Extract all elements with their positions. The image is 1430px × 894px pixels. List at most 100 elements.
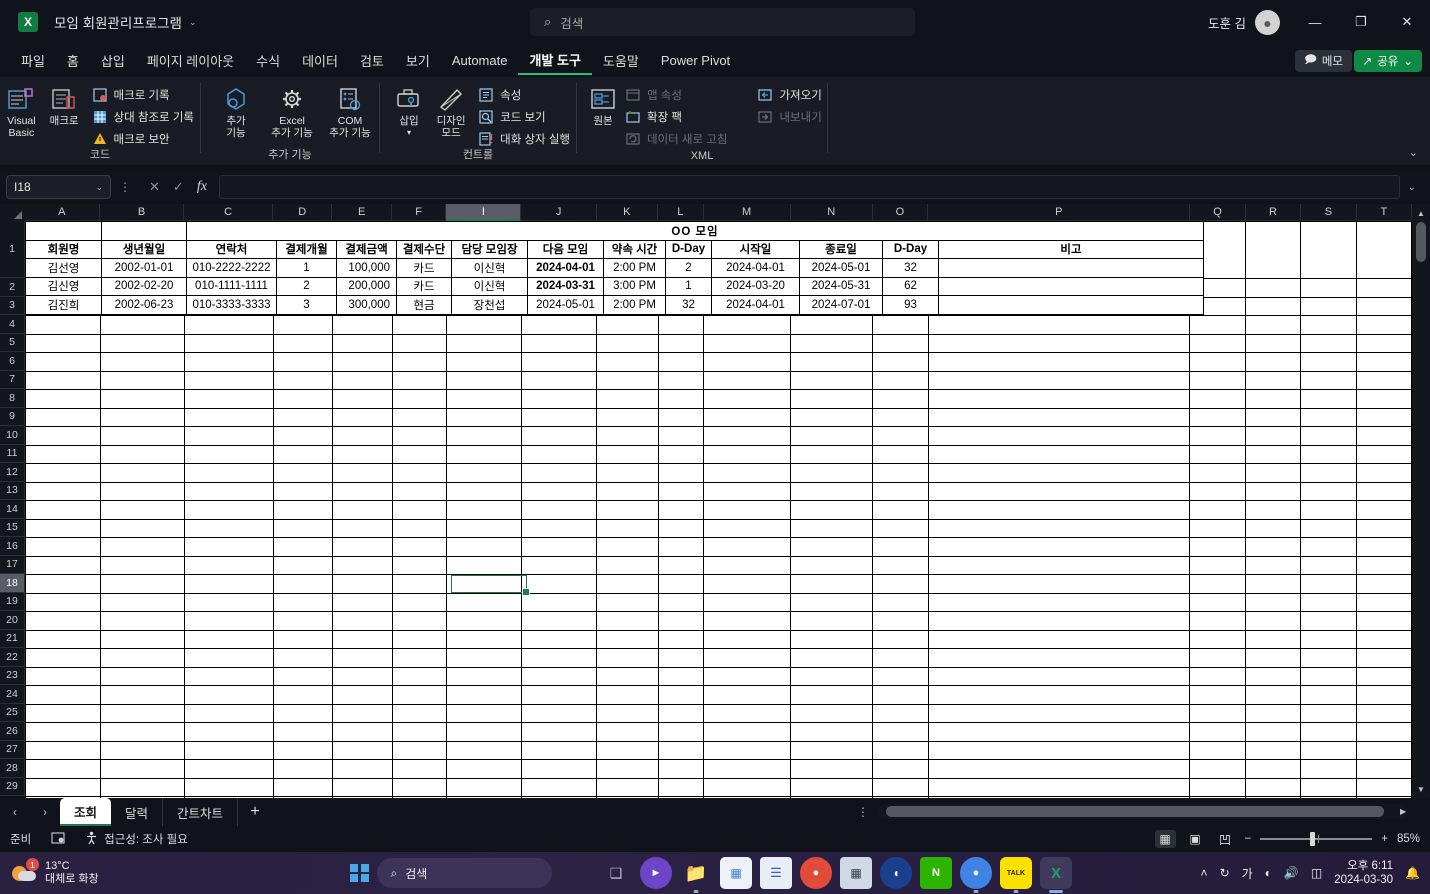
cell-start-date[interactable]: 2024-04-01 [711,295,800,315]
column-header-B[interactable]: B [99,204,185,221]
empty-cell[interactable] [927,648,1191,668]
empty-cell[interactable] [1189,518,1246,538]
empty-cell[interactable] [872,333,929,353]
empty-cell[interactable] [1300,370,1357,390]
cell-payment-method[interactable]: 카드 [396,276,452,296]
empty-cell[interactable] [100,370,186,390]
empty-cell[interactable] [790,315,874,335]
file-explorer-icon[interactable]: 📁 [680,857,712,893]
empty-cell[interactable] [790,370,874,390]
empty-cell[interactable] [872,555,929,575]
row-header-29[interactable]: 29 [0,777,25,796]
view-code-button[interactable]: 코드 보기 [472,107,576,127]
microsoft-store-icon[interactable]: ▦ [720,857,752,889]
empty-cell[interactable] [25,518,102,538]
column-header-E[interactable]: E [332,204,392,221]
empty-cell[interactable] [927,703,1191,723]
empty-cell[interactable] [1244,611,1302,631]
empty-cell[interactable] [1189,333,1246,353]
empty-cell[interactable] [1244,740,1302,760]
empty-cell[interactable] [184,444,275,464]
empty-cell[interactable] [927,759,1191,779]
cell-dday-2[interactable]: 93 [882,295,939,315]
empty-cell[interactable] [1355,703,1412,723]
empty-cell[interactable] [657,444,705,464]
empty-cell[interactable] [790,611,874,631]
empty-cell[interactable] [100,629,186,649]
empty-cell[interactable] [273,500,334,520]
cell-payment-amount[interactable]: 200,000 [336,276,397,296]
empty-cell[interactable] [790,518,874,538]
empty-cell[interactable] [657,611,705,631]
empty-cell[interactable] [872,481,929,501]
empty-cell[interactable] [521,407,598,427]
column-header-I[interactable]: I [446,204,522,221]
empty-cell[interactable] [521,315,598,335]
battery-icon[interactable]: ◫ [1311,866,1322,880]
empty-cell[interactable] [703,648,792,668]
empty-cell[interactable] [1300,315,1357,335]
empty-cell[interactable] [100,759,186,779]
column-header-F[interactable]: F [391,204,447,221]
user-account[interactable]: 도훈 김 ● [1208,10,1280,35]
empty-cell[interactable] [657,648,705,668]
empty-cell[interactable] [391,574,448,594]
row-header-24[interactable]: 24 [0,685,25,704]
cell-dday-1[interactable]: 2 [665,258,712,278]
empty-cell[interactable] [273,611,334,631]
empty-cell[interactable] [332,352,393,372]
row-header-3[interactable]: 3 [0,296,25,315]
empty-cell[interactable] [391,666,448,686]
empty-cell[interactable] [100,611,186,631]
empty-cell[interactable] [657,574,705,594]
empty-cell[interactable] [790,740,874,760]
column-header-R[interactable]: R [1245,204,1302,221]
row-header-21[interactable]: 21 [0,629,25,648]
task-view-icon[interactable]: ❑ [600,857,632,889]
empty-cell[interactable] [657,407,705,427]
relative-reference-button[interactable]: 상대 참조로 기록 [86,107,200,127]
empty-cell[interactable] [273,481,334,501]
empty-cell[interactable] [332,555,393,575]
empty-cell[interactable] [332,574,393,594]
empty-cell[interactable] [1300,352,1357,372]
cell-start-date[interactable]: 2024-04-01 [711,258,800,278]
row-header-27[interactable]: 27 [0,740,25,759]
column-header-M[interactable]: M [703,204,791,221]
empty-cell[interactable] [25,629,102,649]
empty-cell[interactable] [1244,555,1302,575]
empty-cell[interactable] [1355,555,1412,575]
worksheet-canvas[interactable]: OO 모임 회원명 생년월일 연락처 결제개월 결제금액 결제수단 담당 모임장… [25,221,1412,798]
empty-cell[interactable] [391,777,448,797]
empty-cell[interactable] [1244,574,1302,594]
vertical-scroll-thumb[interactable] [1416,222,1426,262]
empty-cell[interactable] [596,574,659,594]
sheet-options-icon[interactable]: ⋮ [857,805,869,819]
empty-cell[interactable] [1355,426,1412,446]
empty-cell[interactable] [1300,500,1357,520]
empty-cell[interactable] [596,389,659,409]
empty-cell[interactable] [927,740,1191,760]
column-header-T[interactable]: T [1356,204,1413,221]
import-button[interactable]: 가져오기 [751,85,827,105]
empty-cell[interactable] [521,481,598,501]
row-header-10[interactable]: 10 [0,426,25,445]
empty-cell[interactable] [1189,648,1246,668]
empty-cell[interactable] [657,315,705,335]
empty-cell[interactable] [100,574,186,594]
row-header-22[interactable]: 22 [0,648,25,667]
empty-cell[interactable] [332,722,393,742]
empty-cell[interactable] [1189,722,1246,742]
empty-cell[interactable] [1355,537,1412,557]
notification-bell-icon[interactable]: 🔔 [1405,866,1420,880]
empty-cell[interactable] [332,426,393,446]
cell-dday-2[interactable]: 62 [882,276,939,296]
empty-cell[interactable] [521,537,598,557]
empty-cell[interactable] [521,703,598,723]
empty-cell[interactable] [1355,333,1412,353]
empty-cell[interactable] [446,500,523,520]
empty-cell[interactable] [100,648,186,668]
empty-cell[interactable] [657,481,705,501]
empty-cell[interactable] [446,389,523,409]
empty-cell[interactable] [596,537,659,557]
